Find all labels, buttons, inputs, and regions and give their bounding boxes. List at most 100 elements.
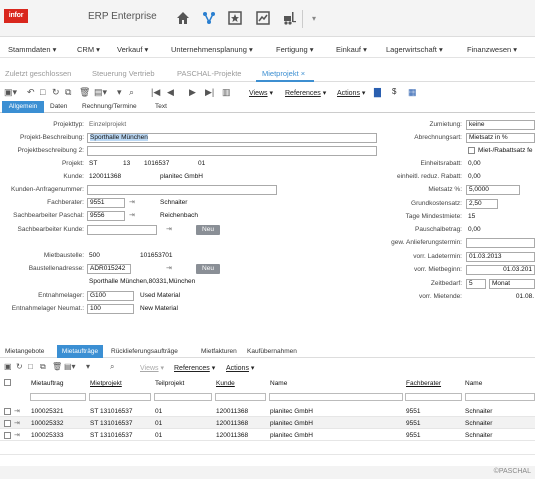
- rabatt-checkbox[interactable]: [468, 147, 475, 154]
- row-open-icon[interactable]: ⇥: [14, 407, 20, 415]
- hierarchy-icon[interactable]: [198, 7, 220, 29]
- home-icon[interactable]: [172, 7, 194, 29]
- new-icon[interactable]: □: [40, 87, 45, 97]
- delete-icon[interactable]: 🗑: [79, 87, 90, 97]
- save-icon[interactable]: ▣▾: [4, 87, 17, 97]
- views-menu[interactable]: Views ▾: [249, 89, 273, 97]
- list-views-menu[interactable]: Views ▾: [140, 364, 164, 372]
- row-checkbox[interactable]: [4, 408, 11, 415]
- grundkosten-input[interactable]: 2,50: [466, 199, 498, 209]
- filter-name-2[interactable]: [465, 393, 535, 401]
- bar-chart-icon[interactable]: ▇: [374, 87, 381, 97]
- more-icon[interactable]: ▾: [117, 87, 122, 97]
- sb-paschal-input[interactable]: 9556: [87, 211, 125, 221]
- anfrage-input[interactable]: [87, 185, 277, 195]
- copy-icon[interactable]: ⧉: [65, 87, 71, 97]
- calendar-icon[interactable]: ▦: [408, 87, 417, 97]
- menu-einkauf[interactable]: Einkauf ▾: [336, 45, 367, 54]
- mietbeginn-input[interactable]: 01.03.201: [466, 265, 535, 275]
- tab-mietfakturen[interactable]: Mietfakturen: [201, 348, 237, 355]
- mietsatz-input[interactable]: 5,0000: [466, 185, 520, 195]
- row-checkbox[interactable]: [4, 420, 11, 427]
- neu-button[interactable]: Neu: [196, 225, 220, 235]
- first-record-icon[interactable]: |◀: [151, 87, 160, 97]
- references-menu[interactable]: References ▾: [285, 89, 326, 97]
- menu-fertigung[interactable]: Fertigung ▾: [276, 45, 314, 54]
- filter-fachberater[interactable]: [405, 393, 462, 401]
- col-fachberater[interactable]: Fachberater: [406, 380, 441, 387]
- copy-icon[interactable]: ⧉: [40, 362, 46, 372]
- row-checkbox[interactable]: [4, 432, 11, 439]
- menu-unternehmensplanung[interactable]: Unternehmensplanung ▾: [171, 45, 253, 54]
- entnahme-neu-input[interactable]: 100: [87, 304, 134, 314]
- table-row[interactable]: [0, 429, 535, 441]
- save-icon[interactable]: ▣: [4, 362, 12, 372]
- tab-mietprojekt[interactable]: Mietprojekt ×: [262, 69, 305, 78]
- filter-teilprojekt[interactable]: [154, 393, 212, 401]
- zumietung-select[interactable]: keine: [466, 120, 535, 130]
- menu-lagerwirtschaft[interactable]: Lagerwirtschaft ▾: [386, 45, 443, 54]
- lookup-icon[interactable]: ⇥: [166, 225, 172, 233]
- tab-mietangebote[interactable]: Mietangebote: [5, 348, 44, 355]
- refresh-icon[interactable]: ↻: [52, 87, 60, 97]
- chevron-down-icon[interactable]: ▾: [312, 14, 316, 23]
- currency-icon[interactable]: $: [392, 87, 396, 97]
- entnahme-input[interactable]: G100: [87, 291, 134, 301]
- filter-mietauftrag[interactable]: [30, 393, 86, 401]
- tab-ruecklieferungsauftraege[interactable]: Rücklieferungsaufträge: [111, 348, 178, 355]
- abrechnung-select[interactable]: Mietsatz in %: [466, 133, 535, 143]
- tab-paschal-projekte[interactable]: PASCHAL-Projekte: [177, 69, 241, 78]
- tab-zuletzt-geschlossen[interactable]: Zuletzt geschlossen: [5, 69, 71, 78]
- filter-kunde[interactable]: [215, 393, 266, 401]
- delete-icon[interactable]: 🗑: [52, 362, 62, 372]
- menu-crm[interactable]: CRM ▾: [77, 45, 100, 54]
- print-icon[interactable]: ▤▾: [64, 362, 76, 372]
- forklift-icon[interactable]: [278, 7, 300, 29]
- chart-icon[interactable]: [252, 7, 274, 29]
- favorites-icon[interactable]: [224, 7, 246, 29]
- zeitbedarf-unit-select[interactable]: Monat: [489, 279, 535, 289]
- sb-kunde-input[interactable]: [87, 225, 157, 235]
- lookup-icon[interactable]: ⇥: [129, 198, 135, 206]
- gew-input[interactable]: [466, 238, 535, 248]
- col-teilprojekt[interactable]: Teilprojekt: [155, 380, 184, 387]
- tab-steuerung-vertrieb[interactable]: Steuerung Vertrieb: [92, 69, 155, 78]
- subtab-daten[interactable]: Daten: [50, 103, 67, 110]
- beschreibung2-input[interactable]: [87, 146, 377, 156]
- search-icon[interactable]: ⌕: [129, 87, 134, 97]
- menu-stammdaten[interactable]: Stammdaten ▾: [8, 45, 56, 54]
- print-icon[interactable]: ▤▾: [94, 87, 107, 97]
- menu-verkauf[interactable]: Verkauf ▾: [117, 45, 148, 54]
- last-record-icon[interactable]: ▶|: [205, 87, 214, 97]
- list-icon[interactable]: ▥: [222, 87, 231, 97]
- tab-kaufuebernahmen[interactable]: Kaufübernahmen: [247, 348, 297, 355]
- zeitbedarf-input[interactable]: 5: [466, 279, 486, 289]
- subtab-rechnung-termine[interactable]: Rechnung/Termine: [82, 103, 137, 110]
- table-row[interactable]: [0, 405, 535, 417]
- next-record-icon[interactable]: ▶: [189, 87, 196, 97]
- table-row[interactable]: [0, 417, 535, 429]
- new-icon[interactable]: □: [28, 362, 33, 372]
- tab-mietauftraege[interactable]: Mietaufträge: [57, 345, 103, 358]
- col-name[interactable]: Name: [270, 380, 287, 387]
- ladetermin-input[interactable]: 01.03.2013: [466, 252, 535, 262]
- prev-record-icon[interactable]: ◀: [167, 87, 174, 97]
- lookup-icon[interactable]: ⇥: [166, 264, 172, 272]
- row-open-icon[interactable]: ⇥: [14, 419, 20, 427]
- subtab-text[interactable]: Text: [155, 103, 167, 110]
- menu-finanzwesen[interactable]: Finanzwesen ▾: [467, 45, 517, 54]
- list-references-menu[interactable]: References ▾: [174, 364, 215, 372]
- col-kunde[interactable]: Kunde: [216, 380, 235, 387]
- more-icon[interactable]: ▾: [86, 362, 90, 372]
- col-mietauftrag[interactable]: Mietauftrag: [31, 380, 64, 387]
- beschreibung-input[interactable]: Sporthalle München: [87, 133, 377, 143]
- actions-menu[interactable]: Actions ▾: [337, 89, 365, 97]
- row-open-icon[interactable]: ⇥: [14, 431, 20, 439]
- col-name-2[interactable]: Name: [465, 380, 482, 387]
- col-mietprojekt[interactable]: Mietprojekt: [90, 380, 122, 387]
- refresh-icon[interactable]: ↻: [16, 362, 23, 372]
- bauadr-input[interactable]: ADR015242: [87, 264, 131, 274]
- lookup-icon[interactable]: ⇥: [129, 211, 135, 219]
- search-icon[interactable]: ⌕: [110, 362, 114, 372]
- list-actions-menu[interactable]: Actions ▾: [226, 364, 254, 372]
